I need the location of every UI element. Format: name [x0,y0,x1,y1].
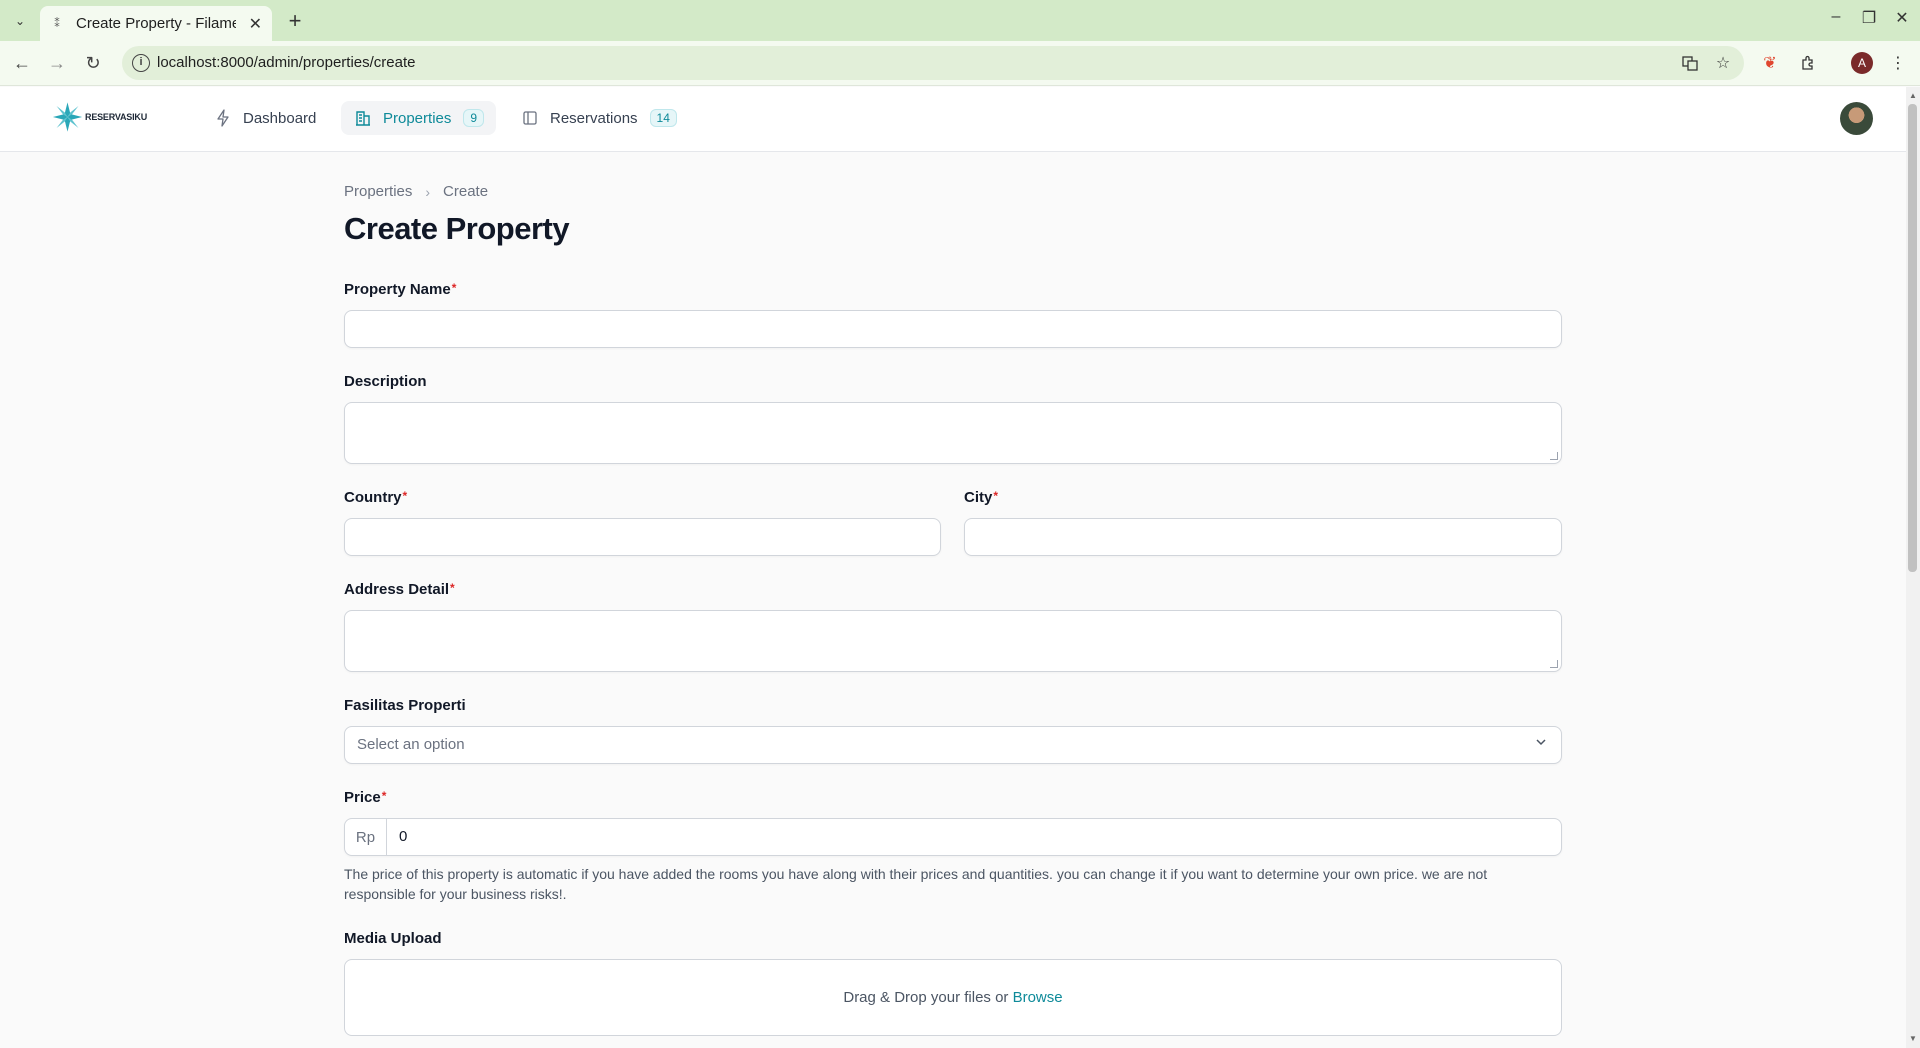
app-logo[interactable]: RESERVASIKU [52,99,147,135]
logo-text: RESERVASIKU [85,112,147,122]
back-icon[interactable]: ← [9,50,35,76]
profile-avatar-icon[interactable]: A [1851,52,1873,74]
browser-tab[interactable]: ⁑ Create Property - Filame ✕ [40,6,272,41]
country-input[interactable] [344,518,941,556]
page-title: Create Property [344,211,570,246]
description-textarea[interactable] [344,402,1562,464]
address-label-text: Address Detail [344,581,450,598]
browser-toolbar: ← → ↻ i localhost:8000/admin/properties/… [0,41,1920,86]
required-mark: * [451,281,457,295]
dropzone-text: Drag & Drop your files or Browse [345,989,1561,1006]
browse-link[interactable]: Browse [1013,989,1063,1006]
favicon-icon: ⁑ [54,18,60,30]
description-label: Description [344,373,427,390]
nav-reservations[interactable]: Reservations 14 [508,101,689,135]
properties-count-badge: 9 [463,109,485,127]
site-info-icon[interactable]: i [132,54,150,72]
city-label: City* [964,489,998,506]
app-top-nav: RESERVASIKU Dashboard Properties 9 Reser… [0,87,1906,152]
breadcrumb: Properties › Create [344,183,488,200]
scroll-up-icon[interactable]: ▲ [1906,89,1920,103]
price-help-text: The price of this property is automatic … [344,866,1488,902]
currency-prefix: Rp [345,819,387,855]
close-tab-icon[interactable]: ✕ [249,14,262,34]
book-icon [520,108,540,128]
property-name-label: Property Name* [344,281,456,298]
required-mark: * [993,489,999,503]
tab-title: Create Property - Filame [76,15,236,32]
property-name-label-text: Property Name [344,281,451,298]
minimize-icon[interactable]: – [1824,8,1848,26]
nav-reservations-label: Reservations [550,109,638,127]
nav-dashboard[interactable]: Dashboard [201,101,328,135]
address-detail-textarea[interactable] [344,610,1562,672]
bolt-icon [213,108,233,128]
browser-menu-icon[interactable]: ⋮ [1886,51,1910,75]
tab-search-icon[interactable]: ⌄ [8,9,32,33]
logo-star-icon [52,102,83,132]
url-text: localhost:8000/admin/properties/create [157,54,416,71]
building-icon [353,108,373,128]
extensions-puzzle-icon[interactable] [1796,51,1820,75]
price-label: Price* [344,789,386,806]
facilities-placeholder: Select an option [357,736,465,753]
nav-properties-label: Properties [383,109,452,127]
nav-properties[interactable]: Properties 9 [341,101,497,135]
breadcrumb-current: Create [443,183,489,200]
forward-icon[interactable]: → [44,50,70,76]
price-label-text: Price [344,789,381,806]
price-input[interactable]: Rp 0 [344,818,1562,856]
reservations-count-badge: 14 [649,109,677,127]
facilities-label: Fasilitas Properti [344,697,466,714]
extension-butterfly-icon[interactable]: ❦ [1758,51,1782,75]
country-label-text: Country [344,489,402,506]
facilities-select[interactable]: Select an option [344,726,1562,764]
required-mark: * [381,789,387,803]
media-dropzone[interactable]: Drag & Drop your files or Browse [344,959,1562,1036]
reload-icon[interactable]: ↻ [80,50,106,76]
window-close-icon[interactable]: ✕ [1890,8,1914,28]
required-mark: * [450,581,455,595]
browser-tab-strip: ⌄ ⁑ Create Property - Filame ✕ + – ❐ ✕ [0,0,1920,41]
breadcrumb-chevron-icon: › [425,183,431,200]
new-tab-icon[interactable]: + [282,8,308,34]
restore-icon[interactable]: ❐ [1857,8,1881,28]
country-label: Country* [344,489,407,506]
user-avatar[interactable] [1840,102,1873,135]
scrollbar-thumb[interactable] [1908,104,1917,572]
city-label-text: City [964,489,993,506]
nav-dashboard-label: Dashboard [243,109,317,127]
media-upload-label: Media Upload [344,930,442,947]
property-name-input[interactable] [344,310,1562,348]
address-bar[interactable]: i localhost:8000/admin/properties/create… [122,46,1744,80]
chevron-down-icon [1535,736,1547,751]
resize-handle-icon[interactable] [1550,660,1558,668]
bookmark-star-icon[interactable]: ☆ [1712,52,1734,74]
city-input[interactable] [964,518,1562,556]
resize-handle-icon[interactable] [1550,452,1558,460]
scroll-down-icon[interactable]: ▼ [1906,1032,1920,1046]
required-mark: * [402,489,408,503]
translate-icon[interactable] [1679,52,1701,74]
breadcrumb-properties-link[interactable]: Properties [344,183,412,200]
price-value: 0 [399,828,408,845]
address-detail-label: Address Detail* [344,581,455,598]
dropzone-instruction: Drag & Drop your files or [843,989,1009,1006]
